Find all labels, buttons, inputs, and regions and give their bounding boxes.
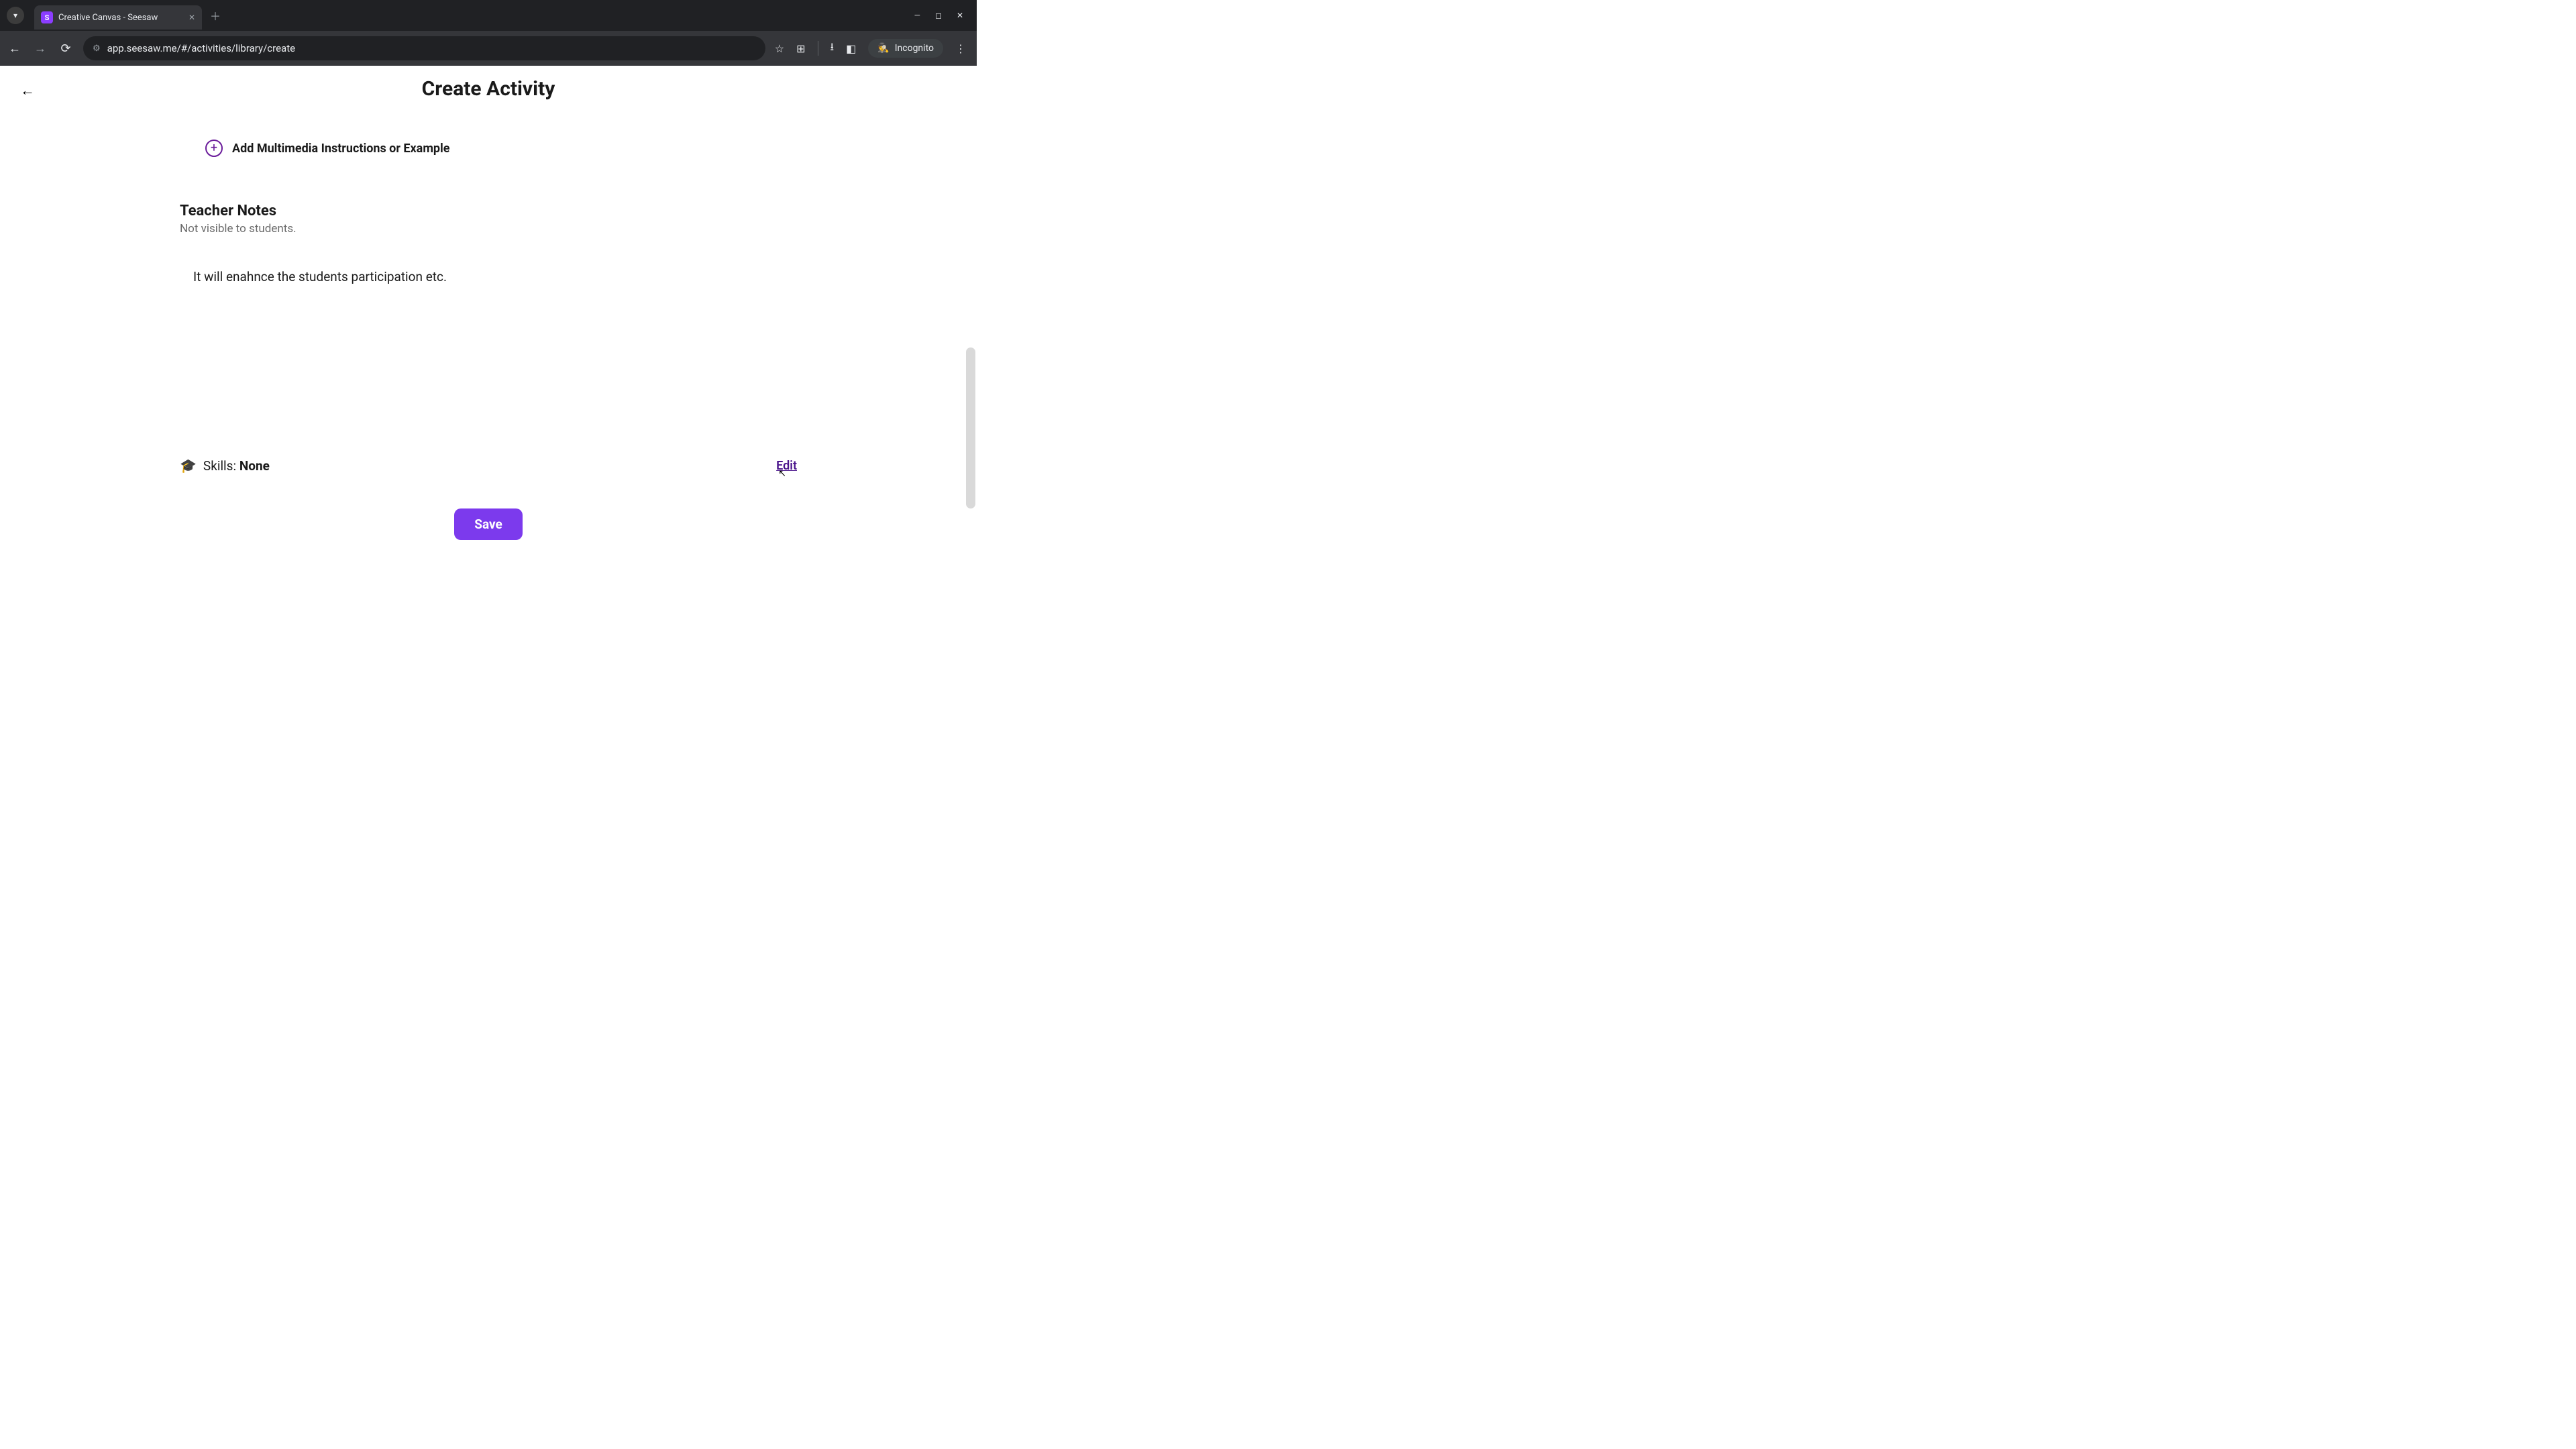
- browser-tab[interactable]: S Creative Canvas - Seesaw ✕: [34, 5, 202, 30]
- edit-skills-link[interactable]: Edit: [776, 459, 797, 473]
- site-info-icon[interactable]: ⚙: [93, 44, 101, 54]
- teacher-notes-content[interactable]: It will enahnce the students participati…: [193, 269, 797, 284]
- page-content: ← Create Activity + Add Multimedia Instr…: [0, 66, 977, 547]
- incognito-icon: 🕵: [877, 43, 889, 54]
- favicon-letter: S: [45, 13, 50, 22]
- downloads-icon[interactable]: ⭳: [830, 40, 835, 58]
- skills-row: 🎓 Skills: None Edit: [180, 458, 797, 474]
- toolbar-right: ☆ ⊞ ⭳ ◧ 🕵 Incognito ⋮: [775, 39, 970, 58]
- plus-circle-icon: +: [205, 140, 223, 157]
- incognito-indicator[interactable]: 🕵 Incognito: [868, 39, 943, 58]
- address-bar: ← → ⟳ ⚙ app.seesaw.me/#/activities/libra…: [0, 31, 977, 66]
- menu-icon[interactable]: ⋮: [955, 42, 966, 55]
- bookmark-icon[interactable]: ☆: [775, 42, 784, 55]
- skills-display: 🎓 Skills: None: [180, 458, 270, 474]
- main-form: + Add Multimedia Instructions or Example…: [180, 111, 797, 284]
- tab-search-dropdown[interactable]: ▾: [7, 7, 24, 24]
- teacher-notes-section: Teacher Notes Not visible to students. I…: [180, 203, 797, 284]
- new-tab-button[interactable]: ＋: [210, 7, 221, 23]
- close-icon[interactable]: ✕: [189, 13, 195, 22]
- extensions-icon[interactable]: ⊞: [796, 42, 805, 55]
- window-controls: — ◻ ✕: [914, 11, 970, 20]
- graduation-cap-icon: 🎓: [180, 458, 197, 474]
- omnibox[interactable]: ⚙ app.seesaw.me/#/activities/library/cre…: [83, 36, 765, 60]
- app-header: ← Create Activity: [0, 66, 977, 111]
- reload-button[interactable]: ⟳: [58, 42, 74, 56]
- tab-bar: ▾ S Creative Canvas - Seesaw ✕ ＋ — ◻ ✕: [0, 0, 977, 31]
- tab-title: Creative Canvas - Seesaw: [58, 13, 183, 23]
- save-bar: Save: [0, 500, 977, 547]
- maximize-icon[interactable]: ◻: [935, 11, 942, 20]
- side-panel-icon[interactable]: ◧: [846, 42, 856, 55]
- add-multimedia-label: Add Multimedia Instructions or Example: [232, 142, 450, 156]
- incognito-label: Incognito: [895, 43, 934, 54]
- skills-label: Skills:: [203, 458, 239, 474]
- chevron-down-icon: ▾: [13, 11, 17, 20]
- url-text: app.seesaw.me/#/activities/library/creat…: [107, 42, 295, 54]
- forward-button[interactable]: →: [32, 42, 48, 56]
- skills-value: None: [239, 458, 270, 474]
- teacher-notes-title: Teacher Notes: [180, 203, 797, 219]
- teacher-notes-subtitle: Not visible to students.: [180, 222, 797, 235]
- save-button[interactable]: Save: [454, 508, 523, 540]
- close-window-icon[interactable]: ✕: [957, 11, 963, 20]
- back-button[interactable]: ←: [7, 42, 23, 56]
- page-title: Create Activity: [422, 77, 555, 101]
- add-multimedia-button[interactable]: + Add Multimedia Instructions or Example: [205, 140, 797, 157]
- back-arrow-icon[interactable]: ←: [20, 82, 35, 99]
- minimize-icon[interactable]: —: [914, 11, 920, 20]
- tab-favicon: S: [41, 11, 53, 23]
- scrollbar-thumb[interactable]: [966, 347, 975, 508]
- browser-chrome: ▾ S Creative Canvas - Seesaw ✕ ＋ — ◻ ✕ ←…: [0, 0, 977, 66]
